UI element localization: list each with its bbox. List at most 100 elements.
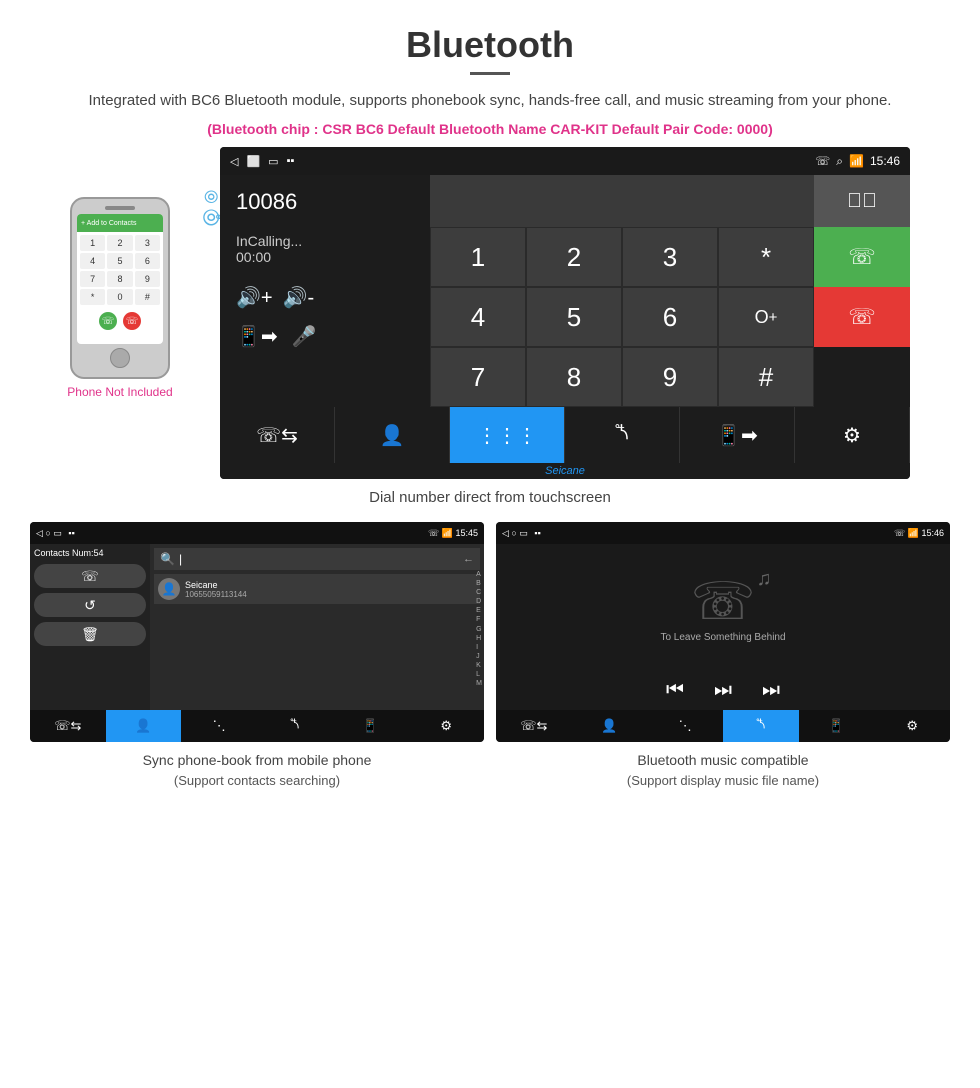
music-body: ☏ ♫ To Leave Something Behind	[496, 544, 950, 671]
cs-nav-keypad[interactable]: ⋱	[181, 710, 257, 742]
phone-illustration-col: ⦾ ⦾ ⯲ + Add to Contacts	[20, 147, 220, 399]
contacts-num: Contacts Num:54	[34, 548, 146, 558]
header-divider	[470, 72, 510, 75]
phone-key-5: 5	[107, 253, 132, 269]
ms-status-left: ◁ ○ ▭ ▪▪	[502, 528, 541, 539]
cs-delete-btn[interactable]: 🗑	[34, 622, 146, 646]
nav-call-transfer[interactable]: ☏⇆	[220, 407, 335, 463]
call-accept-button[interactable]: ☏	[814, 227, 910, 287]
nav-keypad[interactable]: ⋮⋮⋮	[450, 407, 565, 463]
phone-body: + Add to Contacts 1 2 3 4 5 6 7 8 9	[70, 197, 170, 379]
music-screen-inner: ◁ ○ ▭ ▪▪ ☏ 📶 15:46 ☏ ♫	[496, 522, 950, 742]
contacts-caption-main: Sync phone-book from mobile phone	[30, 750, 484, 771]
cs-nav-settings[interactable]: ⚙	[408, 710, 484, 742]
phone-key-7: 7	[80, 271, 105, 287]
key-4[interactable]: 4	[430, 287, 526, 347]
key-hash[interactable]: #	[718, 347, 814, 407]
play-pause-button[interactable]: ⏭	[714, 679, 732, 702]
music-caption-sub: (Support display music file name)	[496, 771, 950, 791]
cs-sync-btn[interactable]: ↺	[34, 593, 146, 617]
transfer-call-icon[interactable]: 📱➡	[236, 324, 278, 349]
dial-volume-controls: 🔊+ 🔊-	[236, 285, 414, 310]
ms-nav-keypad[interactable]: ⋱	[647, 710, 723, 742]
header-specs: (Bluetooth chip : CSR BC6 Default Blueto…	[60, 121, 920, 137]
cs-nav-bluetooth[interactable]: ⯲	[257, 710, 333, 742]
watermark-text: Seicane	[545, 465, 585, 477]
contacts-screen-inner: ◁ ○ ▭ ▪▪ ☏ 📶 15:45 Contacts Num:54	[30, 522, 484, 742]
key-8[interactable]: 8	[526, 347, 622, 407]
main-android-screen-col: ◁ ⬜ ▭ ▪▪ ☏ ⌕ 📶 15:46	[220, 147, 960, 479]
backspace-button[interactable]: ✖⃝	[814, 175, 910, 227]
song-title: To Leave Something Behind	[660, 632, 785, 643]
key-0plus[interactable]: O+	[718, 287, 814, 347]
cs-status-right: ☏ 📶 15:45	[428, 528, 478, 539]
back-icon: ◁	[230, 155, 238, 168]
alpha-list: A B C D E F G H I J K L	[476, 570, 482, 688]
watermark: Seicane	[220, 463, 910, 479]
nav-bluetooth[interactable]: ⯲	[565, 407, 680, 463]
ms-nav-phonebook[interactable]: 📱	[799, 710, 875, 742]
main-android-screen: ◁ ⬜ ▭ ▪▪ ☏ ⌕ 📶 15:46	[220, 147, 910, 479]
phone-keypad: 1 2 3 4 5 6 7 8 9 * 0 #	[77, 232, 163, 308]
main-bottom-nav: ☏⇆ 👤 ⋮⋮⋮ ⯲ 📱➡ ⚙	[220, 407, 910, 463]
key-9[interactable]: 9	[622, 347, 718, 407]
ms-nav-bluetooth[interactable]: ⯲	[723, 710, 799, 742]
ms-back-icon: ◁ ○ ▭	[502, 528, 528, 538]
phone-not-included-label: Phone Not Included	[20, 385, 220, 399]
main-caption: Dial number direct from touchscreen	[0, 489, 980, 506]
cs-nav-phonebook[interactable]: 📱	[333, 710, 409, 742]
music-screen: ◁ ○ ▭ ▪▪ ☏ 📶 15:46 ☏ ♫	[496, 522, 950, 742]
nav-contacts[interactable]: 👤	[335, 407, 450, 463]
cs-wifi-icon: 📶	[442, 528, 453, 538]
bottom-screens-row: ◁ ○ ▭ ▪▪ ☏ 📶 15:45 Contacts Num:54	[0, 522, 980, 791]
key-5[interactable]: 5	[526, 287, 622, 347]
location-icon: ⌕	[836, 154, 843, 169]
ms-nav-settings[interactable]: ⚙	[874, 710, 950, 742]
phone-key-9: 9	[135, 271, 160, 287]
phone-key-hash: #	[135, 289, 160, 305]
key-star[interactable]: *	[718, 227, 814, 287]
contact-info: Seicane 10655059113144	[185, 580, 247, 599]
music-bottom-nav: ☏⇆ 👤 ⋱ ⯲ 📱 ⚙	[496, 710, 950, 742]
volume-up-icon[interactable]: 🔊+	[236, 285, 273, 310]
contacts-left-panel: Contacts Num:54 ☏ ↺ 🗑	[30, 544, 150, 710]
call-end-button[interactable]: ☏	[814, 287, 910, 347]
music-screen-wrap: ◁ ○ ▭ ▪▪ ☏ 📶 15:46 ☏ ♫	[496, 522, 950, 791]
cs-phone-icon: ☏	[428, 528, 439, 538]
key-2[interactable]: 2	[526, 227, 622, 287]
ms-nav-call[interactable]: ☏⇆	[496, 710, 572, 742]
phone-music-icon: ☏	[690, 573, 755, 631]
dial-area: 10086 InCalling... 00:00 🔊+ 🔊- 📱➡ 🎤	[220, 175, 910, 407]
contacts-search-bar[interactable]: 🔍 | ←	[154, 548, 480, 570]
contacts-caption: Sync phone-book from mobile phone (Suppo…	[30, 750, 484, 791]
next-track-button[interactable]: ⏭	[762, 679, 780, 702]
phone-key-6: 6	[135, 253, 160, 269]
phone-speaker	[105, 206, 135, 210]
cs-nav-call[interactable]: ☏⇆	[30, 710, 106, 742]
key-3[interactable]: 3	[622, 227, 718, 287]
cs-nav-contacts[interactable]: 👤	[106, 710, 182, 742]
previous-track-button[interactable]: ⏮	[666, 679, 684, 702]
cs-call-btn[interactable]: ☏	[34, 564, 146, 588]
ms-signal-icon: ▪▪	[534, 528, 540, 538]
ms-nav-contacts[interactable]: 👤	[572, 710, 648, 742]
key-6[interactable]: 6	[622, 287, 718, 347]
nav-settings[interactable]: ⚙	[795, 407, 910, 463]
key-1[interactable]: 1	[430, 227, 526, 287]
phone-signal-icon: ☏	[815, 154, 830, 168]
dial-left-panel: 10086 InCalling... 00:00 🔊+ 🔊- 📱➡ 🎤	[220, 175, 430, 407]
ms-wifi-icon: 📶	[908, 528, 919, 538]
cs-status-left: ◁ ○ ▭ ▪▪	[36, 528, 75, 539]
mute-icon[interactable]: 🎤	[292, 324, 317, 349]
key-7[interactable]: 7	[430, 347, 526, 407]
contact-item[interactable]: 👤 Seicane 10655059113144	[154, 574, 480, 604]
contacts-right-panel: 🔍 | ← 👤 Seicane 10655059113144	[150, 544, 484, 710]
nav-phone-book[interactable]: 📱➡	[680, 407, 795, 463]
ms-phone-icon: ☏	[894, 528, 905, 538]
phone-screen: + Add to Contacts 1 2 3 4 5 6 7 8 9	[77, 214, 163, 344]
music-caption: Bluetooth music compatible (Support disp…	[496, 750, 950, 791]
phone-key-2: 2	[107, 235, 132, 251]
wifi-icon: 📶	[849, 154, 864, 168]
volume-down-icon[interactable]: 🔊-	[283, 285, 315, 310]
contact-avatar: 👤	[158, 578, 180, 600]
